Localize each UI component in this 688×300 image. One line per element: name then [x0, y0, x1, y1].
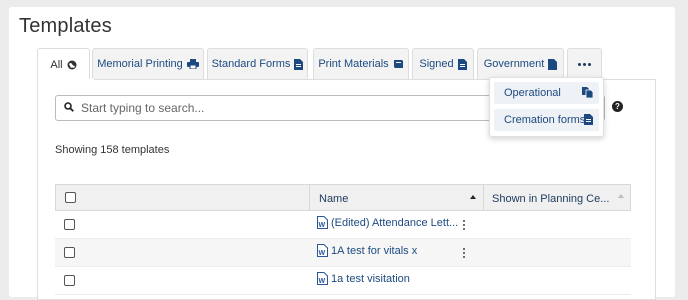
tab-print-materials-label: Print Materials — [318, 58, 389, 70]
tab-standard-forms-label: Standard Forms — [211, 58, 291, 70]
more-tabs-dropdown: Operational Cremation forms — [489, 77, 604, 137]
globe-icon — [67, 60, 77, 70]
select-all-checkbox[interactable] — [65, 192, 76, 203]
table-row: W 1A test for vitals x — [55, 239, 631, 267]
sort-icon[interactable] — [618, 194, 624, 198]
row-checkbox[interactable] — [64, 219, 75, 230]
svg-text:W: W — [319, 278, 326, 285]
page-title: Templates — [19, 15, 112, 37]
template-name-link[interactable]: 1A test for vitals x — [331, 245, 417, 257]
column-divider — [309, 185, 310, 210]
menu-item-operational[interactable]: Operational — [494, 82, 599, 104]
row-checkbox[interactable] — [64, 275, 75, 286]
tab-all[interactable]: All — [37, 48, 90, 80]
svg-text:W: W — [319, 222, 326, 229]
search-icon — [64, 99, 74, 117]
menu-item-operational-label: Operational — [504, 87, 561, 99]
tab-all-label: All — [50, 58, 63, 71]
file-text-icon — [584, 114, 593, 128]
menu-item-cremation-forms[interactable]: Cremation forms — [494, 109, 599, 131]
row-menu-icon[interactable] — [463, 220, 465, 232]
tab-memorial-printing-label: Memorial Printing — [97, 58, 183, 70]
tab-more[interactable] — [567, 48, 602, 79]
word-doc-icon: W — [317, 272, 328, 288]
svg-text:W: W — [319, 250, 326, 257]
showing-count: Showing 158 templates — [55, 144, 170, 156]
column-divider — [483, 185, 484, 210]
help-icon[interactable]: ? — [612, 101, 623, 112]
tab-print-materials[interactable]: Print Materials — [313, 48, 409, 79]
tab-memorial-printing[interactable]: Memorial Printing — [92, 48, 204, 79]
table-row: W 1a test visitation — [55, 267, 631, 295]
template-name-link[interactable]: (Edited) Attendance Lett... — [331, 217, 458, 229]
row-menu-icon[interactable] — [463, 248, 465, 260]
file-icon — [457, 58, 467, 70]
template-name-link[interactable]: 1a test visitation — [331, 273, 410, 285]
table-body: W (Edited) Attendance Lett... W 1A test … — [55, 211, 631, 295]
column-name[interactable]: Name — [319, 193, 348, 205]
templates-table: Name Shown in Planning Ce... W (Edited) … — [55, 184, 631, 295]
sort-ascending-icon[interactable] — [470, 195, 476, 199]
search-input[interactable] — [79, 100, 463, 116]
tab-government[interactable]: Government — [477, 48, 564, 79]
row-checkbox[interactable] — [64, 247, 75, 258]
tab-signed[interactable]: Signed — [412, 48, 474, 79]
file-icon — [548, 58, 558, 70]
word-doc-icon: W — [317, 216, 328, 232]
tab-standard-forms[interactable]: Standard Forms — [207, 48, 308, 79]
menu-item-cremation-forms-label: Cremation forms — [504, 114, 586, 126]
table-header: Name Shown in Planning Ce... — [55, 184, 631, 211]
tab-signed-label: Signed — [419, 58, 454, 70]
book-icon — [393, 59, 404, 69]
copy-icon — [582, 87, 594, 101]
table-row: W (Edited) Attendance Lett... — [55, 211, 631, 239]
word-doc-icon: W — [317, 244, 328, 260]
tab-government-label: Government — [483, 58, 545, 70]
file-icon — [294, 58, 304, 70]
ellipsis-icon — [578, 62, 591, 66]
column-shown-in-planning[interactable]: Shown in Planning Ce... — [492, 193, 609, 205]
print-icon — [186, 59, 199, 69]
